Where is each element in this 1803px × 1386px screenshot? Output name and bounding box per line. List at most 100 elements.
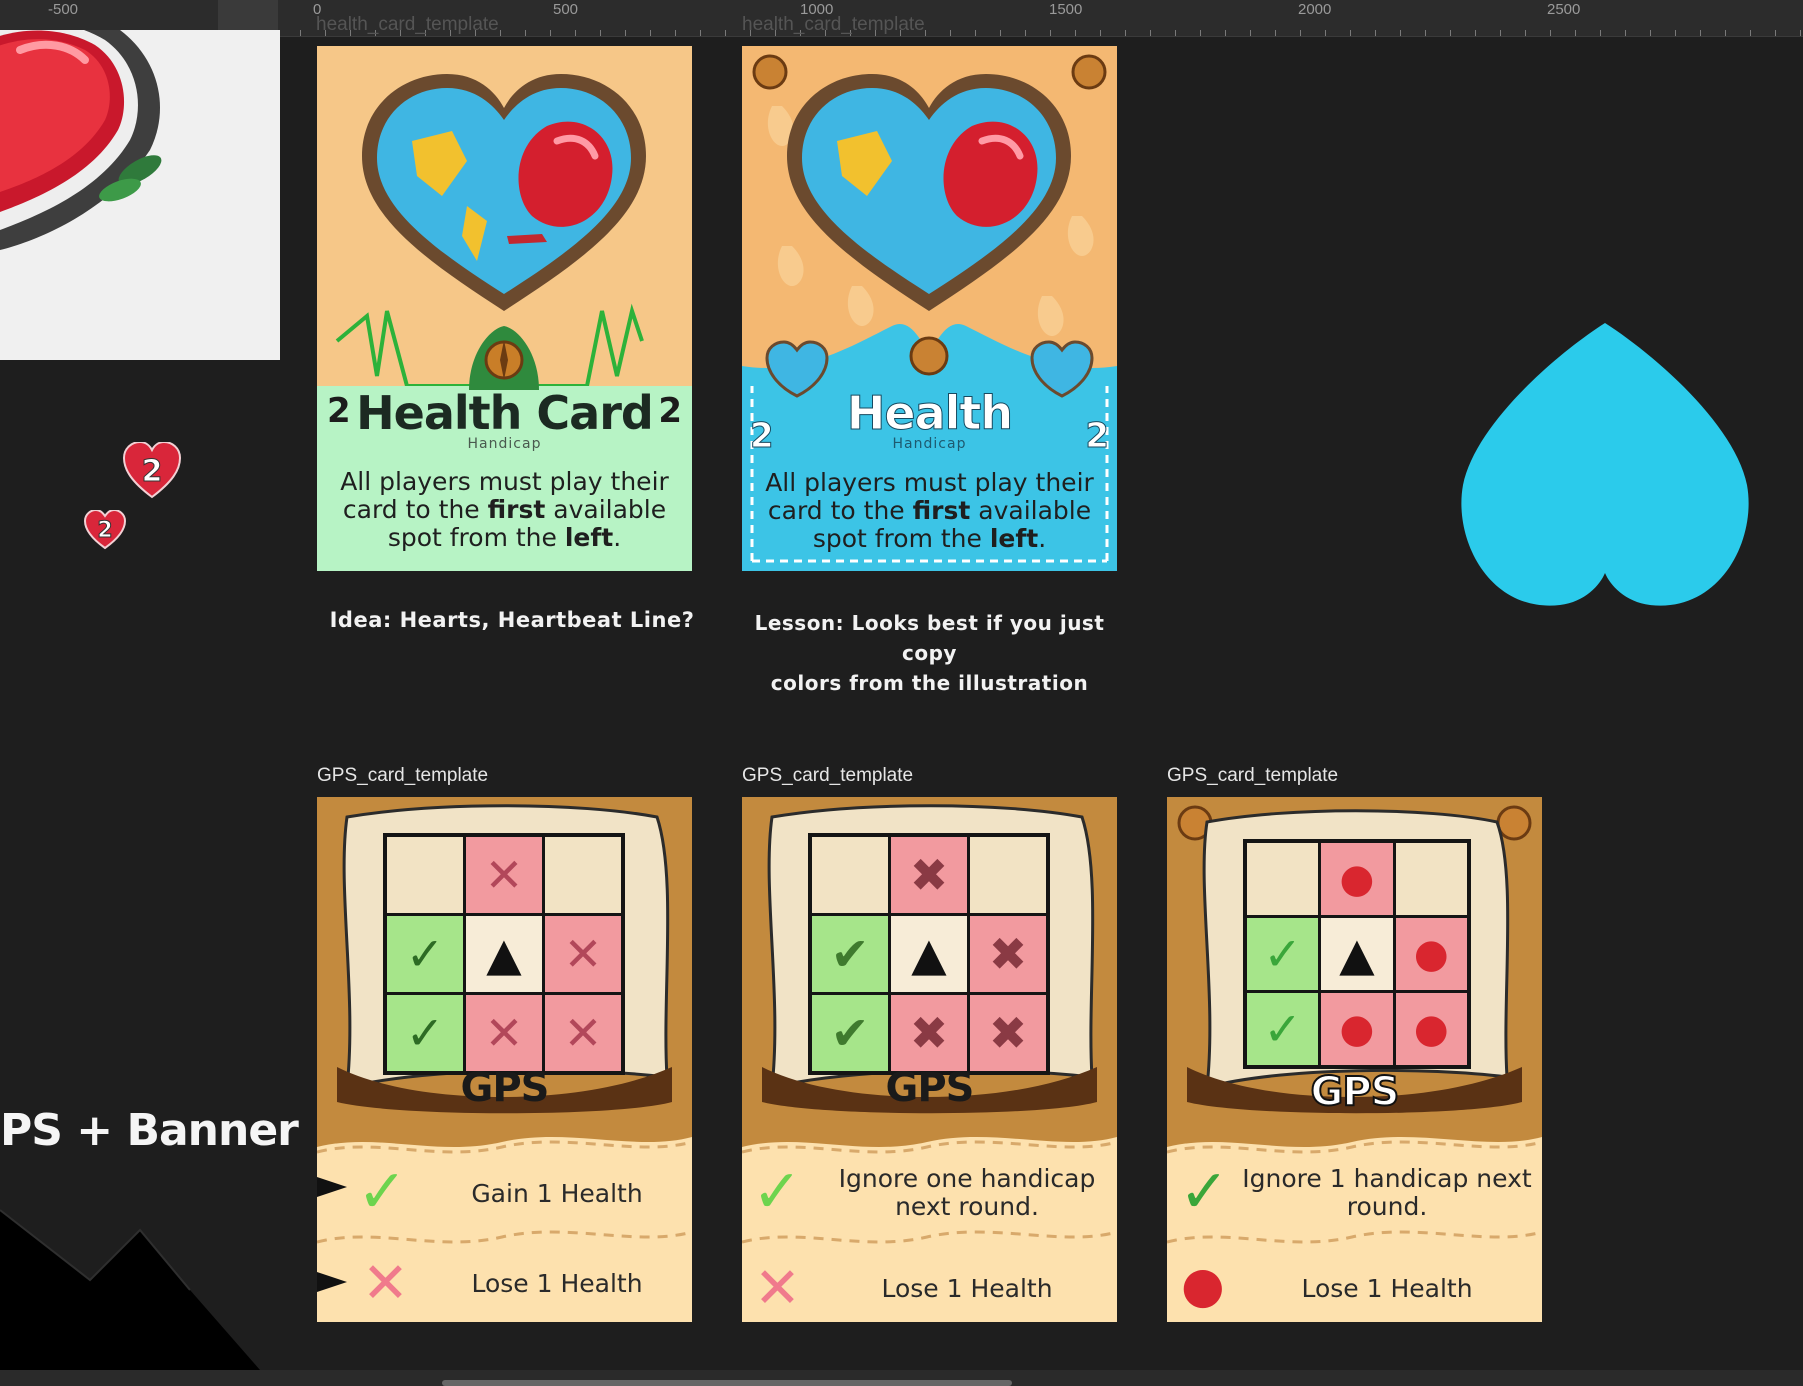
gps-grid: ✖ ✔ ▲ ✖ ✔ ✖ ✖	[808, 833, 1050, 1075]
arrow-up-icon: ▲	[466, 916, 542, 992]
ruler-tick	[1350, 30, 1351, 36]
gps-row-reward: ✓ Ignore 1 handicap next round.	[1167, 1157, 1542, 1237]
ruler-label: 2500	[1547, 1, 1581, 18]
health-card-body: All players must play their card to the …	[762, 469, 1097, 553]
lesson-line-1: Lesson: Looks best if you just copy	[754, 611, 1105, 665]
ruler-tick	[650, 30, 651, 36]
ruler-tick	[975, 30, 976, 36]
grid-cell-empty	[812, 837, 888, 913]
ruler-tick	[1800, 30, 1801, 36]
ruler-tick	[300, 30, 301, 36]
frame-label-health-1[interactable]: health_card_template	[316, 14, 499, 36]
card-value-left: 2	[750, 416, 775, 457]
ruler-label: 1500	[1049, 1, 1083, 18]
health-card-body: All players must play their card to the …	[337, 468, 672, 552]
arrow-up-icon: ▲	[891, 916, 967, 992]
gps-card-3[interactable]: ● ✓ ▲ ● ✓ ● ● GPS ✓ Ignore 1 handicap ne…	[1167, 797, 1542, 1322]
idea-note[interactable]: Idea: Hearts, Heartbeat Line?	[317, 608, 707, 632]
cross-icon: ✕	[466, 837, 542, 913]
gps-grid: ● ✓ ▲ ● ✓ ● ●	[1243, 839, 1471, 1069]
ruler-tick	[1000, 30, 1001, 36]
heart-number: 2	[141, 453, 163, 489]
ruler-tick	[700, 30, 701, 36]
body-line-3: spot from the left.	[387, 523, 622, 552]
bomb-icon: ●	[1395, 993, 1467, 1065]
cross-icon: ✖	[970, 995, 1046, 1071]
ruler-label: -500	[48, 1, 79, 18]
body-line-3: spot from the left.	[812, 524, 1047, 553]
left-artboard[interactable]	[0, 30, 280, 360]
lesson-line-2: colors from the illustration	[770, 671, 1089, 695]
ruler-tick	[500, 30, 501, 36]
gps-penalty-text: Lose 1 Health	[471, 1269, 643, 1298]
ruler-tick	[1575, 30, 1576, 36]
cross-icon: ✖	[970, 916, 1046, 992]
partial-heart-illustration	[0, 30, 162, 250]
ruler-tick	[925, 30, 926, 36]
grid-cell-empty	[1395, 843, 1467, 915]
gps-card-2[interactable]: ✖ ✔ ▲ ✖ ✔ ✖ ✖ GPS ✓ Ignore one handicap …	[742, 797, 1117, 1322]
ruler-tick	[1425, 30, 1426, 36]
ruler-tick	[525, 30, 526, 36]
gps-reward-text: Ignore 1 handicap next round.	[1242, 1164, 1532, 1221]
ruler-tick	[550, 30, 551, 36]
check-icon: ✓	[752, 1157, 803, 1227]
big-heart-shape[interactable]	[1445, 315, 1765, 615]
ruler-tick	[1325, 30, 1326, 36]
ruler-tick	[1500, 30, 1501, 36]
gps-title: GPS	[1310, 1068, 1401, 1116]
health-card-subtitle: Handicap	[467, 436, 542, 452]
lesson-note[interactable]: Lesson: Looks best if you just copy colo…	[742, 608, 1117, 698]
cross-icon: ✕	[545, 995, 621, 1071]
frame-label-health-2[interactable]: health_card_template	[742, 14, 925, 36]
small-heart-token[interactable]: 2	[122, 442, 182, 500]
check-icon: ✓	[1247, 993, 1319, 1065]
gps-row-reward: ✓ Gain 1 Health	[317, 1157, 692, 1227]
health-card-b[interactable]: Health Handicap 2 2 All players must pla…	[742, 46, 1117, 571]
ruler-tick	[1250, 30, 1251, 36]
bomb-icon: ●	[1181, 1256, 1225, 1314]
bomb-icon: ●	[1395, 918, 1467, 990]
horizontal-scrollbar[interactable]	[0, 1370, 1803, 1386]
ruler-tick	[1050, 30, 1051, 36]
frame-label-gps-2[interactable]: GPS_card_template	[742, 765, 913, 787]
ruler-tick	[675, 30, 676, 36]
ruler-tick	[1700, 30, 1701, 36]
body-line-1: All players must play their	[765, 468, 1094, 497]
ruler-tick	[1600, 30, 1601, 36]
canvas[interactable]: -500 0 500 1000 1500 2000 2500 health_ca…	[0, 0, 1803, 1386]
small-heart-token[interactable]: 2	[84, 510, 126, 550]
black-banner-shape[interactable]	[0, 1200, 280, 1370]
health-card-a[interactable]: Health Card Handicap 2 2 All players mus…	[317, 46, 692, 571]
gps-reward-text: Ignore one handicap next round.	[838, 1164, 1096, 1221]
gps-row-penalty: ● Lose 1 Health	[1167, 1252, 1542, 1322]
side-banner-text[interactable]: PS + Banner	[0, 1105, 299, 1156]
gps-grid: ✕ ✓ ▲ ✕ ✓ ✕ ✕	[383, 833, 625, 1075]
ruler-tick	[1025, 30, 1026, 36]
check-icon: ✔	[812, 995, 888, 1071]
gps-row-reward: ✓ Ignore one handicap next round.	[742, 1157, 1117, 1237]
ruler-label: 2000	[1298, 1, 1332, 18]
check-icon: ✓	[357, 1157, 408, 1227]
cross-icon: ✕	[754, 1256, 801, 1321]
gps-row-penalty: ✕ Lose 1 Health	[742, 1252, 1117, 1322]
frame-label-gps-3[interactable]: GPS_card_template	[1167, 765, 1338, 787]
ruler-tick	[1275, 30, 1276, 36]
gps-penalty-text: Lose 1 Health	[1301, 1274, 1473, 1303]
ruler-tick	[1200, 30, 1201, 36]
cross-icon: ✕	[466, 995, 542, 1071]
gps-card-1[interactable]: ✕ ✓ ▲ ✕ ✓ ✕ ✕ GPS ✓ Gain 1 Health ✕ Lose…	[317, 797, 692, 1322]
ruler-tick	[950, 30, 951, 36]
frame-label-gps-1[interactable]: GPS_card_template	[317, 765, 488, 787]
cross-icon: ✖	[891, 995, 967, 1071]
scrollbar-thumb[interactable]	[442, 1380, 1012, 1386]
ruler-tick	[1400, 30, 1401, 36]
ruler-tick	[1225, 30, 1226, 36]
ruler-tick	[1100, 30, 1101, 36]
grid-cell-empty	[387, 837, 463, 913]
check-icon: ✓	[387, 916, 463, 992]
health-card-title: Health Card	[356, 386, 654, 440]
gps-row-penalty: ✕ Lose 1 Health	[317, 1247, 692, 1317]
card-value-left: 2	[327, 391, 351, 431]
ruler-tick	[1625, 30, 1626, 36]
